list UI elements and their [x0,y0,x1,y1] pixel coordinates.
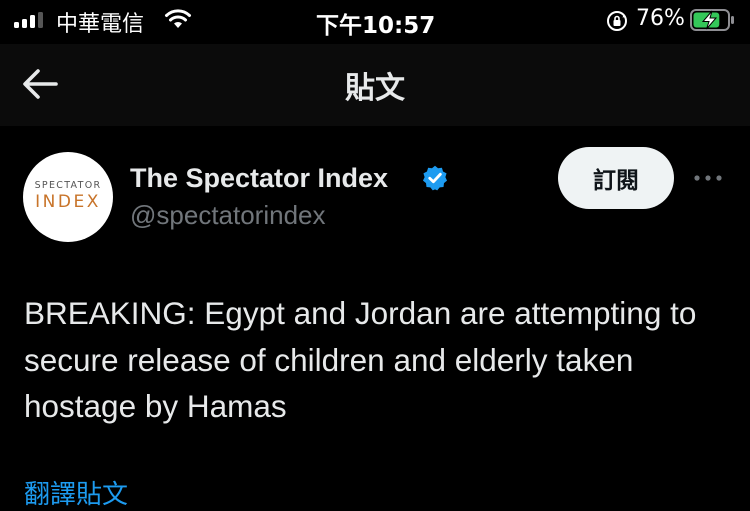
subscribe-button[interactable]: 訂閱 [558,147,674,209]
rotation-lock-icon [607,11,627,31]
status-bar: 中華電信 下午10:57 76% [0,0,750,44]
signal-icon [14,12,46,28]
author-display-name[interactable]: The Spectator Index [130,163,388,194]
battery-charging-icon [690,9,734,31]
wifi-icon [165,9,191,28]
translate-post-link[interactable]: 翻譯貼文 [24,474,128,511]
battery-percent: 76% [636,6,685,31]
status-time: 下午10:57 [316,13,436,39]
more-horizontal-icon[interactable] [692,168,724,188]
nav-bar: 貼文 [0,44,750,126]
carrier-name: 中華電信 [56,12,145,37]
arrow-left-icon[interactable] [20,64,60,104]
avatar-logo-text-top: SPECTATOR [34,180,102,191]
page-title: 貼文 [345,71,405,106]
avatar[interactable]: SPECTATOR INDEX [23,152,113,242]
verified-badge-icon [422,165,448,191]
tweet-text: BREAKING: Egypt and Jordan are attemptin… [24,295,697,424]
author-handle[interactable]: @spectatorindex [130,200,326,231]
avatar-logo-text-bottom: INDEX [35,192,101,212]
